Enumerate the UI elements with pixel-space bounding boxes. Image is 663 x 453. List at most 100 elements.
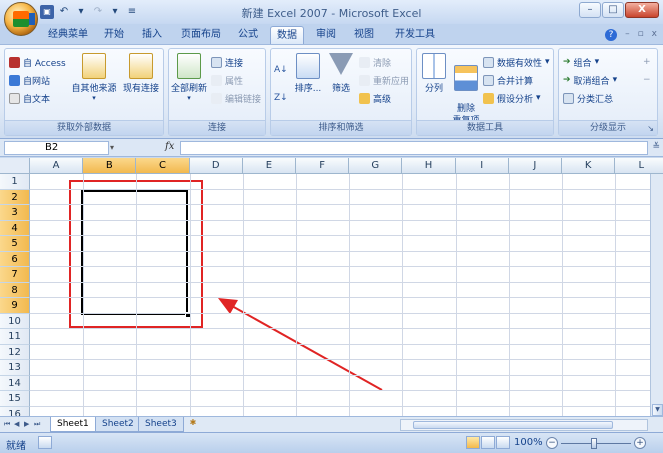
clear-button[interactable]: 清除 <box>359 55 391 69</box>
from-other-sources-button[interactable]: 自其他来源 ▾ <box>71 53 117 102</box>
tab-home[interactable]: 开始 <box>100 26 128 44</box>
sort-descending-button[interactable]: Z↓ <box>274 91 288 105</box>
from-text-button[interactable]: 自文本 <box>9 91 50 105</box>
macro-record-icon[interactable] <box>38 436 52 449</box>
from-access-button[interactable]: 自 Access <box>9 55 66 69</box>
row-header-4[interactable]: 4 <box>0 220 30 236</box>
data-validation-button[interactable]: 数据有效性 ▾ <box>483 55 550 69</box>
show-detail-button[interactable]: + <box>643 55 651 69</box>
row-header-16[interactable]: 16 <box>0 406 30 416</box>
row-header-2[interactable]: 2 <box>0 189 30 205</box>
horizontal-scrollbar[interactable] <box>400 419 648 431</box>
expand-formula-bar-icon[interactable]: ≚ <box>652 142 660 152</box>
advanced-button[interactable]: 高级 <box>359 91 391 105</box>
name-box[interactable]: B2 <box>4 141 109 155</box>
close-button[interactable]: X <box>625 2 659 18</box>
zoom-out-icon[interactable]: − <box>546 437 558 449</box>
subtotal-button[interactable]: 分类汇总 <box>563 91 613 105</box>
column-header-f[interactable]: F <box>296 158 350 174</box>
zoom-in-icon[interactable]: + <box>634 437 646 449</box>
last-sheet-icon[interactable]: ⏭ <box>34 420 40 429</box>
group-button[interactable]: ➔ 组合 ▾ <box>563 55 599 69</box>
minimize-button[interactable]: – <box>579 2 601 18</box>
office-button[interactable] <box>4 2 38 36</box>
column-gridline <box>349 174 351 416</box>
column-header-j[interactable]: J <box>508 158 562 174</box>
text-to-columns-button[interactable]: 分列 <box>419 53 449 94</box>
prev-sheet-icon[interactable]: ◀ <box>14 420 19 428</box>
tab-view[interactable]: 视图 <box>350 26 378 44</box>
column-header-c[interactable]: C <box>136 158 190 174</box>
row-header-13[interactable]: 13 <box>0 360 30 376</box>
row-header-14[interactable]: 14 <box>0 375 30 391</box>
row-header-9[interactable]: 9 <box>0 298 30 314</box>
sort-ascending-button[interactable]: A↓ <box>274 63 288 77</box>
column-header-d[interactable]: D <box>189 158 243 174</box>
sheet-tab-sheet2[interactable]: Sheet2 <box>95 417 141 432</box>
sort-button[interactable]: 排序... <box>293 53 323 94</box>
first-sheet-icon[interactable]: ⏮ <box>4 420 10 429</box>
remove-duplicates-button[interactable]: 删除 重复项 <box>451 53 481 127</box>
column-header-l[interactable]: L <box>615 158 663 174</box>
tab-data[interactable]: 数据 <box>270 26 304 44</box>
normal-view-icon[interactable] <box>466 436 480 449</box>
insert-sheet-icon[interactable]: ✱ <box>182 418 204 431</box>
tab-review[interactable]: 审阅 <box>312 26 340 44</box>
next-sheet-icon[interactable]: ▶ <box>24 420 29 428</box>
existing-connections-button[interactable]: 现有连接 <box>121 53 161 94</box>
doc-close-icon[interactable]: x <box>652 29 657 41</box>
row-header-7[interactable]: 7 <box>0 267 30 283</box>
hide-detail-button[interactable]: − <box>643 73 651 87</box>
worksheet-grid[interactable]: ▲ ▼ ABCDEFGHIJKL12345678910111213141516 <box>0 158 663 416</box>
tab-developer[interactable]: 开发工具 <box>392 26 438 44</box>
tab-insert[interactable]: 插入 <box>138 26 166 44</box>
properties-button[interactable]: 属性 <box>211 73 243 87</box>
zoom-level[interactable]: 100% <box>514 437 543 448</box>
column-gridline <box>242 174 244 416</box>
reapply-button[interactable]: 重新应用 <box>359 73 409 87</box>
column-header-a[interactable]: A <box>30 158 84 174</box>
zoom-slider-thumb[interactable] <box>591 438 597 449</box>
page-layout-view-icon[interactable] <box>481 436 495 449</box>
sheet-tab-sheet1[interactable]: Sheet1 <box>50 417 96 432</box>
maximize-button[interactable]: □ <box>602 2 624 18</box>
formula-input[interactable] <box>180 141 648 155</box>
column-header-g[interactable]: G <box>349 158 403 174</box>
column-header-h[interactable]: H <box>402 158 456 174</box>
consolidate-button[interactable]: 合并计算 <box>483 73 533 87</box>
page-break-view-icon[interactable] <box>496 436 510 449</box>
sort-dialog-icon <box>296 53 320 79</box>
what-if-icon <box>483 92 494 104</box>
tab-page-layout[interactable]: 页面布局 <box>178 26 224 44</box>
name-box-dropdown-icon[interactable]: ▾ <box>110 143 114 152</box>
column-header-k[interactable]: K <box>562 158 616 174</box>
column-header-b[interactable]: B <box>83 158 137 174</box>
doc-restore-icon[interactable]: ▫ <box>638 29 644 41</box>
refresh-all-button[interactable]: 全部刷新 ▾ <box>171 53 207 102</box>
row-header-12[interactable]: 12 <box>0 344 30 360</box>
ungroup-button[interactable]: ➔ 取消组合 ▾ <box>563 73 617 87</box>
row-header-11[interactable]: 11 <box>0 329 30 345</box>
row-header-8[interactable]: 8 <box>0 282 30 298</box>
row-header-3[interactable]: 3 <box>0 205 30 221</box>
row-header-6[interactable]: 6 <box>0 251 30 267</box>
connections-button[interactable]: 连接 <box>211 55 243 69</box>
from-web-button[interactable]: 自网站 <box>9 73 50 87</box>
tab-classic-menu[interactable]: 经典菜单 <box>42 26 94 44</box>
edit-links-button[interactable]: 编辑链接 <box>211 91 261 105</box>
row-header-10[interactable]: 10 <box>0 313 30 329</box>
doc-minimize-icon[interactable]: – <box>625 29 630 41</box>
row-header-1[interactable]: 1 <box>0 174 30 190</box>
tab-formulas[interactable]: 公式 <box>234 26 262 44</box>
what-if-analysis-button[interactable]: 假设分析 ▾ <box>483 91 541 105</box>
sheet-tab-sheet3[interactable]: Sheet3 <box>138 417 184 432</box>
column-header-i[interactable]: I <box>455 158 509 174</box>
column-header-e[interactable]: E <box>242 158 296 174</box>
scroll-thumb[interactable] <box>413 421 613 429</box>
insert-function-icon[interactable]: fx <box>165 141 174 152</box>
dialog-launcher-icon[interactable]: ↘ <box>647 124 654 133</box>
filter-button[interactable]: 筛选 <box>327 53 355 94</box>
row-header-15[interactable]: 15 <box>0 391 30 407</box>
row-header-5[interactable]: 5 <box>0 236 30 252</box>
help-icon[interactable]: ? <box>605 29 618 41</box>
